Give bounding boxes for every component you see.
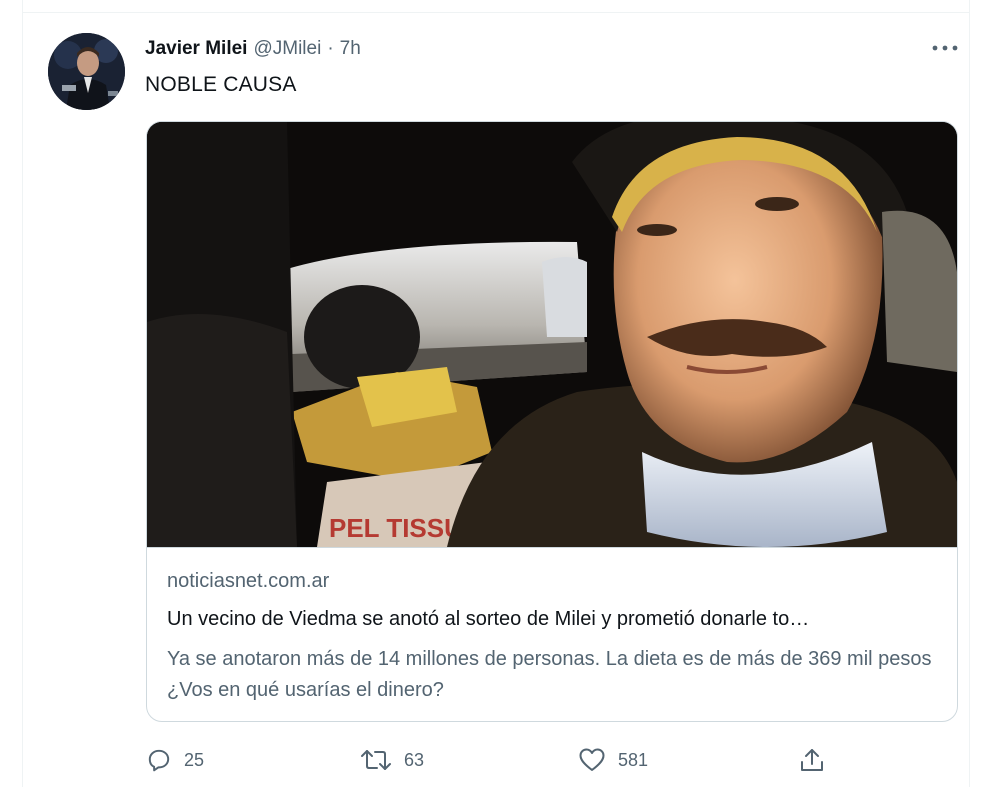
card-image[interactable]: PEL TISSU	[147, 122, 957, 547]
link-card[interactable]: PEL TISSU noticiasnet.com.ar Un vecino d…	[146, 121, 958, 722]
reply-icon	[146, 747, 172, 773]
like-count: 581	[618, 749, 649, 770]
card-description: Ya se anotaron más de 14 millones de per…	[167, 648, 932, 701]
retweet-count: 63	[404, 749, 425, 770]
card-image-caption: PEL TISSU	[329, 513, 463, 543]
tweet-text: NOBLE CAUSA	[145, 73, 297, 96]
author-name[interactable]: Javier Milei	[145, 38, 247, 60]
share-button[interactable]	[798, 740, 826, 780]
retweet-button[interactable]: 63	[360, 740, 424, 780]
share-icon	[798, 746, 826, 774]
reply-count: 25	[184, 749, 205, 770]
like-button[interactable]: 581	[578, 740, 648, 780]
author-handle[interactable]: @JMilei	[253, 38, 321, 60]
tweet-actions: 25 63 581	[146, 740, 846, 780]
heart-icon	[578, 747, 606, 773]
card-title[interactable]: Un vecino de Viedma se anotó al sorteo d…	[167, 608, 947, 631]
separator: ·	[327, 38, 334, 59]
tweet-time[interactable]: 7h	[340, 38, 361, 60]
divider	[22, 12, 970, 13]
more-horizontal-icon[interactable]	[930, 36, 960, 60]
reply-button[interactable]: 25	[146, 740, 204, 780]
tweet-header: Javier Milei @JMilei · 7h	[145, 37, 361, 61]
card-body: noticiasnet.com.ar Un vecino de Viedma s…	[147, 547, 957, 721]
retweet-icon	[360, 747, 392, 773]
avatar[interactable]	[48, 33, 125, 110]
card-domain: noticiasnet.com.ar	[167, 570, 330, 592]
